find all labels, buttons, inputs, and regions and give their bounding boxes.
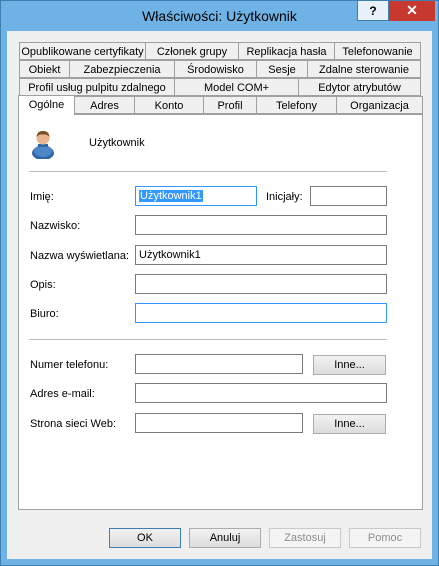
user-icon bbox=[32, 131, 54, 159]
office-label: Biuro: bbox=[30, 308, 59, 320]
tab-profile[interactable]: Profil bbox=[203, 96, 257, 114]
initials-label: Inicjały: bbox=[266, 191, 303, 203]
web-page-label: Strona sieci Web: bbox=[30, 418, 117, 430]
first-name-label: Imię: bbox=[30, 191, 54, 203]
initials-field[interactable] bbox=[310, 186, 387, 206]
tab-com-plus[interactable]: Model COM+ bbox=[174, 78, 299, 96]
tab-attribute-editor[interactable]: Edytor atrybutów bbox=[298, 78, 421, 96]
tab-member-of[interactable]: Członek grupy bbox=[145, 42, 239, 60]
properties-window: Właściwości: Użytkownik ? ✕ Opublikowane… bbox=[0, 0, 439, 566]
help-button[interactable]: Pomoc bbox=[349, 528, 421, 548]
first-name-value: Użytkownik1 bbox=[139, 190, 203, 202]
display-name-label: Nazwa wyświetlana: bbox=[30, 250, 130, 262]
cancel-button[interactable]: Anuluj bbox=[189, 528, 261, 548]
last-name-label: Nazwisko: bbox=[30, 220, 81, 232]
separator bbox=[29, 339, 387, 340]
help-title-button[interactable]: ? bbox=[357, 1, 389, 21]
display-name-field[interactable]: Użytkownik1 bbox=[135, 245, 387, 265]
tab-general[interactable]: Ogólne bbox=[18, 95, 75, 115]
tab-remote-control[interactable]: Zdalne sterowanie bbox=[307, 60, 421, 78]
phone-label: Numer telefonu: bbox=[30, 359, 109, 371]
ok-button[interactable]: OK bbox=[109, 528, 181, 548]
email-field[interactable] bbox=[135, 383, 387, 403]
web-page-field[interactable] bbox=[135, 413, 303, 433]
phone-field[interactable] bbox=[135, 354, 303, 374]
close-button[interactable]: ✕ bbox=[389, 1, 435, 21]
tab-remote-desktop-profile[interactable]: Profil usług pulpitu zdalnego bbox=[19, 78, 175, 96]
separator bbox=[29, 171, 387, 172]
tab-address[interactable]: Adres bbox=[74, 96, 135, 114]
tab-environment[interactable]: Środowisko bbox=[174, 60, 257, 78]
email-label: Adres e-mail: bbox=[30, 388, 95, 400]
first-name-field[interactable]: Użytkownik1 bbox=[135, 186, 257, 206]
last-name-field[interactable] bbox=[135, 215, 387, 235]
title-bar[interactable]: Właściwości: Użytkownik ? ✕ bbox=[1, 1, 438, 31]
tab-object[interactable]: Obiekt bbox=[19, 60, 70, 78]
object-name: Użytkownik bbox=[89, 137, 145, 149]
tab-security[interactable]: Zabezpieczenia bbox=[69, 60, 175, 78]
tab-account[interactable]: Konto bbox=[134, 96, 204, 114]
tab-published-certificates[interactable]: Opublikowane certyfikaty bbox=[19, 42, 146, 60]
description-label: Opis: bbox=[30, 279, 56, 291]
tab-dial-in[interactable]: Telefonowanie bbox=[334, 42, 421, 60]
tab-organization[interactable]: Organizacja bbox=[336, 96, 423, 114]
tab-telephones[interactable]: Telefony bbox=[256, 96, 337, 114]
office-field[interactable] bbox=[135, 303, 387, 323]
tab-sessions[interactable]: Sesje bbox=[256, 60, 308, 78]
web-other-button[interactable]: Inne... bbox=[313, 414, 386, 434]
description-field[interactable] bbox=[135, 274, 387, 294]
tab-password-replication[interactable]: Replikacja hasła bbox=[238, 42, 335, 60]
phone-other-button[interactable]: Inne... bbox=[313, 355, 386, 375]
apply-button[interactable]: Zastosuj bbox=[269, 528, 341, 548]
